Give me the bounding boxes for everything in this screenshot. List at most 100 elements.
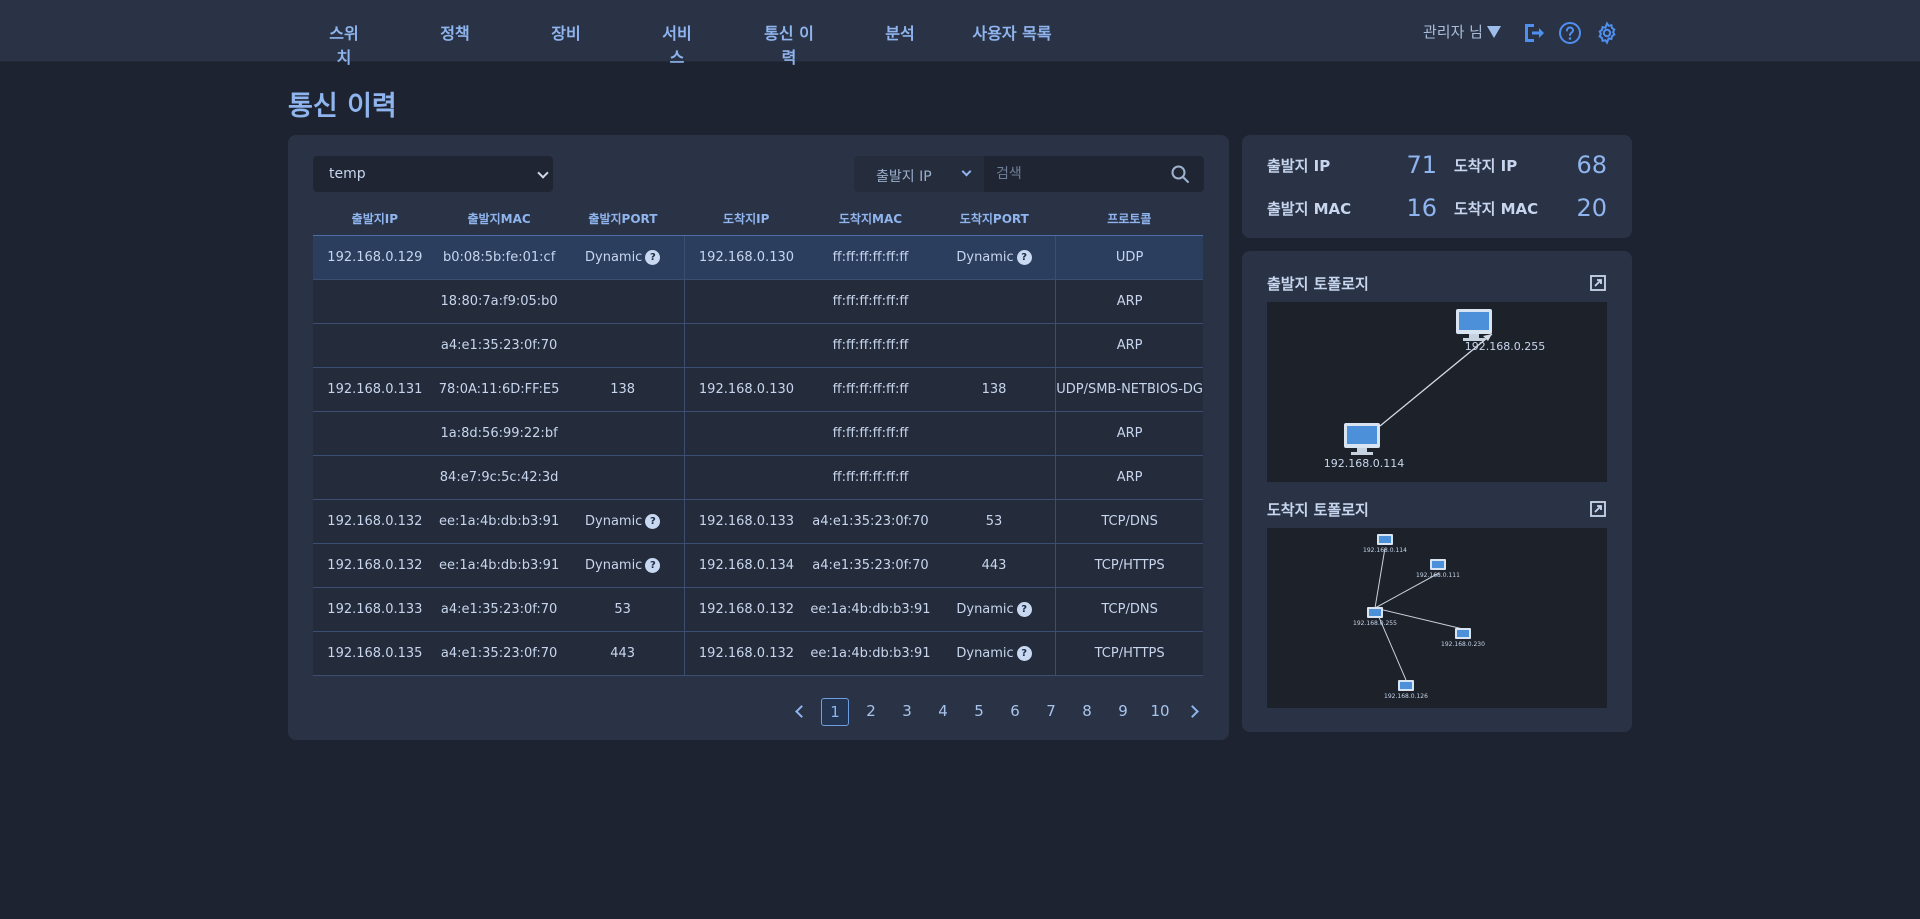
table-cell: TCP/HTTPS bbox=[1055, 543, 1203, 588]
cell-text: 192.168.0.132 bbox=[698, 601, 795, 617]
table-cell bbox=[561, 323, 685, 368]
page-button[interactable]: 9 bbox=[1109, 698, 1137, 726]
table-cell: Dynamic? bbox=[561, 543, 685, 588]
nav-item-equipment[interactable]: 장비 bbox=[550, 20, 582, 46]
src-ip-count-label: 출발지 IP bbox=[1267, 157, 1331, 175]
table-row[interactable]: 192.168.0.135 a4:e1:35:23:0f:70 443 192.168… bbox=[313, 631, 1203, 676]
cell-text: 192.168.0.133 bbox=[698, 513, 795, 529]
admin-user-menu[interactable]: 관리자 님 bbox=[1423, 21, 1501, 42]
table-cell: ff:ff:ff:ff:ff:ff bbox=[808, 235, 933, 280]
expand-icon[interactable] bbox=[1590, 275, 1606, 291]
column-header[interactable]: 출발지IP bbox=[313, 203, 437, 236]
table-cell bbox=[561, 411, 685, 456]
help-badge-icon[interactable]: ? bbox=[1016, 645, 1032, 661]
search-type-select[interactable]: 출발지 IP bbox=[854, 156, 984, 192]
src-ip-count-value: 71 bbox=[1406, 151, 1437, 179]
column-header[interactable]: 출발지PORT bbox=[561, 203, 685, 236]
topology-node-label: 192.168.0.114 bbox=[1363, 547, 1407, 554]
cell-text: ARP bbox=[1116, 337, 1143, 353]
help-badge-icon[interactable]: ? bbox=[1016, 601, 1032, 617]
table-cell: Dynamic? bbox=[561, 235, 685, 280]
destination-topology-title: 도착지 토폴로지 bbox=[1267, 501, 1369, 519]
destination-topology-graph[interactable]: 192.168.0.114 192.168.0.111 192.168.0.25… bbox=[1267, 528, 1607, 708]
cell-text: 192.168.0.132 bbox=[327, 557, 423, 573]
page-button[interactable]: 10 bbox=[1145, 698, 1175, 726]
column-header[interactable]: 프로토콜 bbox=[1055, 203, 1203, 236]
source-topology-title: 출발지 토폴로지 bbox=[1267, 275, 1369, 293]
page-button[interactable]: 2 bbox=[857, 698, 885, 726]
column-header[interactable]: 도착지IP bbox=[684, 203, 809, 236]
table-cell bbox=[313, 323, 437, 368]
table-cell: a4:e1:35:23:0f:70 bbox=[808, 543, 933, 588]
topology-node-label: 192.168.0.111 bbox=[1416, 572, 1460, 579]
page-button[interactable]: 7 bbox=[1037, 698, 1065, 726]
help-icon[interactable] bbox=[1558, 21, 1582, 45]
cell-text: TCP/DNS bbox=[1101, 601, 1158, 617]
nav-item-policy[interactable]: 정책 bbox=[439, 20, 471, 46]
table-cell bbox=[932, 323, 1057, 368]
table-row[interactable]: a4:e1:35:23:0f:70 ff:ff:ff:ff:ff:ff ARP bbox=[313, 323, 1203, 368]
src-mac-count-value: 16 bbox=[1406, 194, 1437, 222]
page-button[interactable]: 6 bbox=[1001, 698, 1029, 726]
table-row[interactable]: 192.168.0.132 ee:1a:4b:db:b3:91 Dynamic? 19… bbox=[313, 543, 1203, 588]
cell-text: 18:80:7a:f9:05:b0 bbox=[440, 293, 558, 309]
cell-text: 443 bbox=[981, 557, 1007, 573]
table-cell: 443 bbox=[561, 631, 685, 676]
table-cell: ARP bbox=[1055, 323, 1203, 368]
group-select[interactable]: temp bbox=[313, 156, 553, 192]
table-cell: a4:e1:35:23:0f:70 bbox=[808, 499, 933, 544]
table-cell: TCP/DNS bbox=[1055, 499, 1203, 544]
table-row[interactable]: 192.168.0.129 b0:08:5b:fe:01:cf Dynamic? 19… bbox=[313, 235, 1203, 280]
nav-item-switch[interactable]: 스위치 bbox=[322, 20, 366, 67]
table-cell bbox=[932, 455, 1057, 500]
dst-ip-count-value: 68 bbox=[1576, 151, 1607, 179]
table-row[interactable]: 192.168.0.133 a4:e1:35:23:0f:70 53 192.168.… bbox=[313, 587, 1203, 632]
table-row[interactable]: 192.168.0.132 ee:1a:4b:db:b3:91 Dynamic? 19… bbox=[313, 499, 1203, 544]
source-topology-graph[interactable]: 192.168.0.255 192.168.0.114 bbox=[1267, 302, 1607, 482]
table-cell: TCP/HTTPS bbox=[1055, 631, 1203, 676]
help-badge-icon[interactable]: ? bbox=[645, 249, 661, 265]
table-row[interactable]: 18:80:7a:f9:05:b0 ff:ff:ff:ff:ff:ff ARP bbox=[313, 279, 1203, 324]
table-header-row: 출발지IP 출발지MAC 출발지PORT 도착지IP 도착지MAC 도착지POR… bbox=[313, 203, 1203, 236]
cell-text: 1a:8d:56:99:22:bf bbox=[440, 425, 558, 441]
column-header[interactable]: 출발지MAC bbox=[436, 203, 562, 236]
nav-item-communication-history[interactable]: 통신 이력 bbox=[757, 20, 821, 67]
cell-text: 192.168.0.135 bbox=[327, 645, 423, 661]
table-cell bbox=[684, 323, 809, 368]
src-mac-count-label: 출발지 MAC bbox=[1267, 200, 1352, 218]
next-page-arrow-icon[interactable] bbox=[1186, 705, 1199, 718]
table-row[interactable]: 1a:8d:56:99:22:bf ff:ff:ff:ff:ff:ff ARP bbox=[313, 411, 1203, 456]
nav-item-service[interactable]: 서비스 bbox=[655, 20, 699, 67]
expand-icon[interactable] bbox=[1590, 501, 1606, 517]
page-button[interactable]: 8 bbox=[1073, 698, 1101, 726]
settings-icon[interactable] bbox=[1595, 21, 1619, 45]
column-header[interactable]: 도착지MAC bbox=[808, 203, 933, 236]
page-button[interactable]: 1 bbox=[821, 698, 849, 726]
cell-text: TCP/HTTPS bbox=[1094, 645, 1165, 661]
table-row[interactable]: 192.168.0.131 78:0A:11:6D:FF:E5 138 192.168… bbox=[313, 367, 1203, 412]
page-button[interactable]: 3 bbox=[893, 698, 921, 726]
table-cell bbox=[684, 455, 809, 500]
search-input[interactable] bbox=[984, 156, 1164, 192]
table-cell: 192.168.0.134 bbox=[684, 543, 809, 588]
logout-icon[interactable] bbox=[1521, 21, 1545, 45]
nav-item-analysis[interactable]: 분석 bbox=[884, 20, 916, 46]
table-row[interactable]: 84:e7:9c:5c:42:3d ff:ff:ff:ff:ff:ff ARP bbox=[313, 455, 1203, 500]
search-type-value: 출발지 IP bbox=[876, 169, 932, 185]
column-header[interactable]: 도착지PORT bbox=[932, 203, 1056, 236]
cell-text: a4:e1:35:23:0f:70 bbox=[440, 337, 558, 353]
cell-text: UDP/SMB-NETBIOS-DG bbox=[1056, 381, 1203, 397]
cell-text: ARP bbox=[1116, 293, 1143, 309]
help-badge-icon[interactable]: ? bbox=[645, 513, 661, 529]
page-button[interactable]: 5 bbox=[965, 698, 993, 726]
topology-node-label: 192.168.0.230 bbox=[1441, 641, 1485, 648]
search-icon[interactable] bbox=[1170, 164, 1190, 184]
prev-page-arrow-icon[interactable] bbox=[795, 705, 808, 718]
help-badge-icon[interactable]: ? bbox=[1016, 249, 1032, 265]
help-badge-icon[interactable]: ? bbox=[645, 557, 661, 573]
page-button[interactable]: 4 bbox=[929, 698, 957, 726]
nav-item-user-list[interactable]: 사용자 목록 bbox=[972, 20, 1052, 46]
cell-text: ARP bbox=[1116, 469, 1143, 485]
table-cell: ARP bbox=[1055, 279, 1203, 324]
table-cell: ff:ff:ff:ff:ff:ff bbox=[808, 411, 933, 456]
